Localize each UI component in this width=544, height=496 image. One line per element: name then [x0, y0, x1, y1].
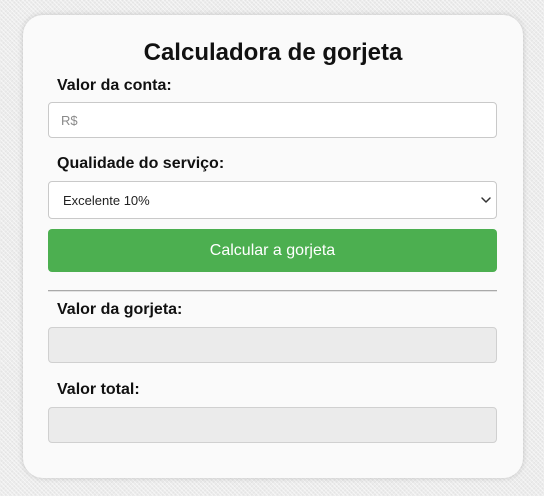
total-amount-label: Valor total: — [57, 381, 140, 398]
calculate-tip-button[interactable]: Calcular a gorjeta — [48, 229, 497, 272]
calculator-card: Calculadora de gorjeta Valor da conta: Q… — [23, 15, 523, 478]
service-quality-label: Qualidade do serviço: — [57, 155, 225, 172]
total-amount-output — [48, 407, 497, 443]
chevron-down-icon — [481, 197, 491, 203]
divider — [48, 290, 497, 292]
bill-amount-input[interactable] — [48, 102, 497, 138]
tip-amount-label: Valor da gorjeta: — [57, 301, 183, 318]
bill-amount-label: Valor da conta: — [57, 77, 172, 94]
service-quality-select[interactable]: Excelente 10% — [48, 181, 497, 219]
service-quality-selected-value: Excelente 10% — [63, 192, 150, 208]
page-title: Calculadora de gorjeta — [143, 39, 403, 66]
tip-amount-output — [48, 327, 497, 363]
